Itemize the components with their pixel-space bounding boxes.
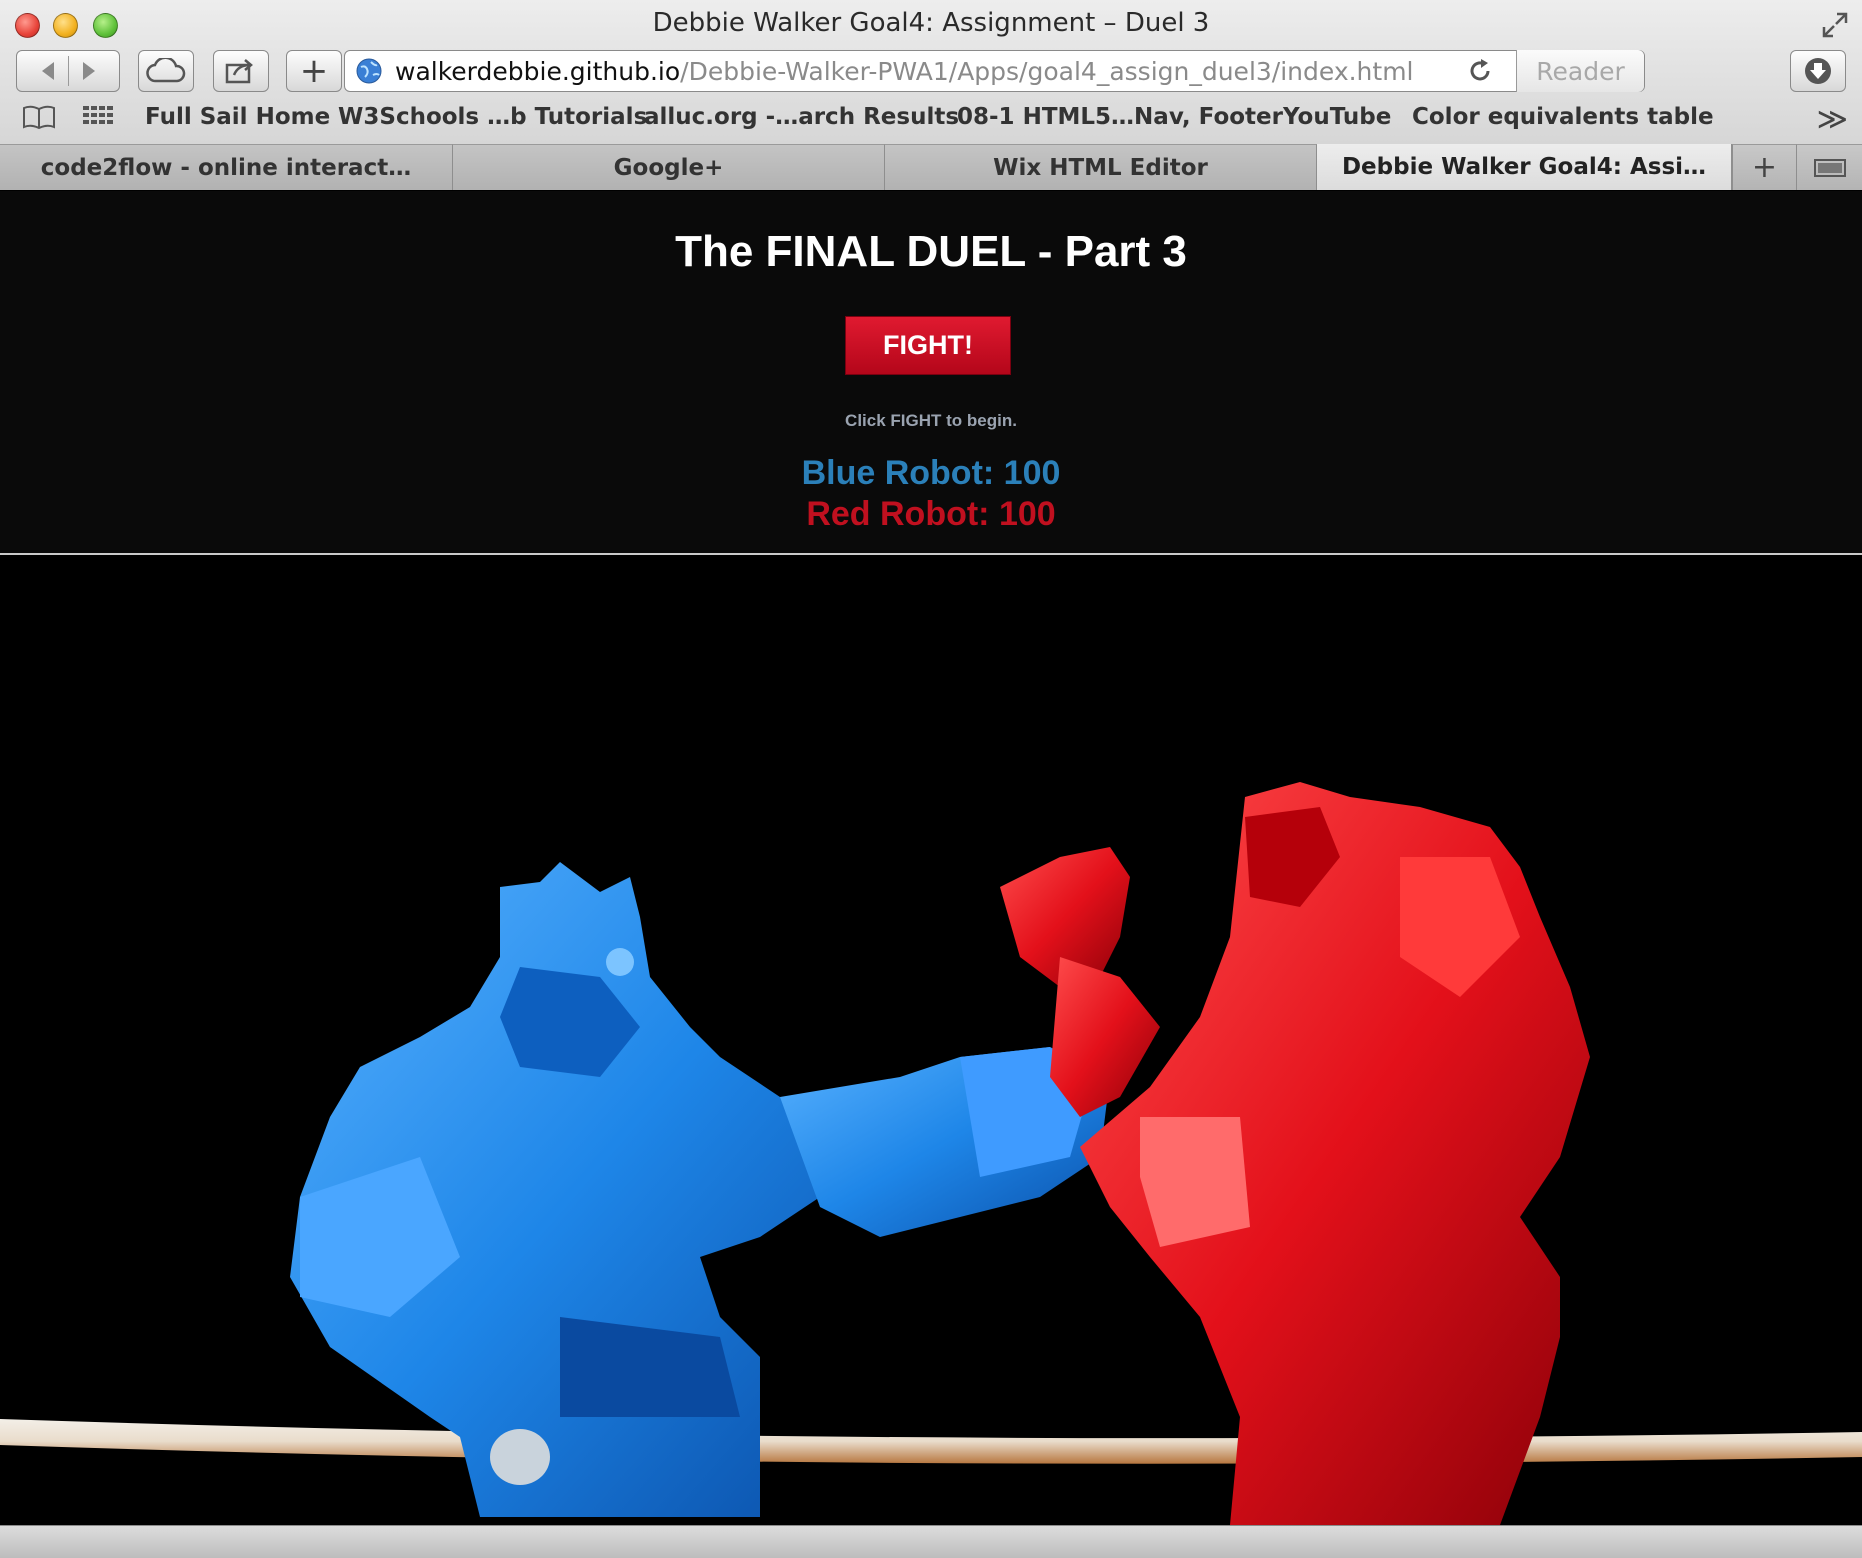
icloud-tabs-icon[interactable]	[138, 50, 194, 92]
bookmark-w3schools[interactable]: W3Schools …b Tutorials	[338, 104, 647, 130]
window-title: Debbie Walker Goal4: Assignment – Duel 3	[652, 8, 1210, 38]
browser-chrome: Debbie Walker Goal4: Assignment – Duel 3	[0, 0, 1862, 190]
toolbar: + walkerdebbie.github.io/Debbie-Walker-P…	[0, 50, 1862, 96]
tab-overview-icon[interactable]	[1796, 144, 1862, 190]
ring-rope	[0, 1419, 1862, 1464]
tab-wix-html-editor[interactable]: Wix HTML Editor	[885, 144, 1317, 190]
bookmark-html5-nav-footer[interactable]: 08-1 HTML5…Nav, Footer	[957, 104, 1283, 130]
tab-code2flow[interactable]: code2flow - online interact…	[0, 144, 453, 190]
fight-button[interactable]: FIGHT!	[845, 316, 1011, 375]
downloads-icon[interactable]	[1790, 50, 1846, 92]
back-icon[interactable]	[38, 60, 58, 82]
globe-icon	[355, 57, 383, 85]
new-tab-icon[interactable]: +	[1732, 144, 1796, 190]
bookmark-alluc[interactable]: alluc.org -…arch Results	[644, 104, 959, 130]
fullscreen-icon[interactable]	[1820, 10, 1850, 40]
top-sites-icon[interactable]	[82, 104, 114, 135]
tab-google-plus[interactable]: Google+	[453, 144, 885, 190]
bookmark-full-sail-home[interactable]: Full Sail Home	[145, 104, 330, 130]
title-bar: Debbie Walker Goal4: Assignment – Duel 3	[0, 0, 1862, 50]
forward-icon[interactable]	[79, 60, 99, 82]
bookmark-youtube[interactable]: YouTube	[1283, 104, 1391, 130]
robots-image	[0, 557, 1862, 1525]
tab-bar: code2flow - online interact… Google+ Wix…	[0, 144, 1862, 190]
reload-icon[interactable]	[1466, 57, 1494, 85]
share-icon[interactable]	[213, 50, 269, 92]
bookmark-color-equivalents[interactable]: Color equivalents table	[1412, 104, 1714, 130]
tab-debbie-walker-goal4[interactable]: Debbie Walker Goal4: Assi…	[1317, 144, 1732, 190]
url-text[interactable]: walkerdebbie.github.io/Debbie-Walker-PWA…	[395, 57, 1414, 86]
more-bookmarks-icon[interactable]: ≫	[1817, 102, 1848, 137]
url-host: walkerdebbie.github.io	[395, 56, 681, 86]
add-bookmark-icon[interactable]: +	[286, 50, 342, 92]
status-message: Click FIGHT to begin.	[845, 411, 1017, 430]
back-forward-buttons	[16, 50, 120, 92]
blue-robot-score: Blue Robot: 100	[801, 454, 1061, 492]
red-robot-score: Red Robot: 100	[806, 495, 1056, 533]
address-bar[interactable]: walkerdebbie.github.io/Debbie-Walker-PWA…	[344, 50, 1645, 92]
bookmarks-bar: Full Sail Home W3Schools …b Tutorials al…	[0, 100, 1862, 138]
status-bar	[0, 1525, 1862, 1558]
page-title: The FINAL DUEL - Part 3	[675, 227, 1187, 276]
page-header: The FINAL DUEL - Part 3 FIGHT! Click FIG…	[0, 191, 1862, 555]
blue-robot	[290, 862, 1110, 1517]
reader-button[interactable]: Reader	[1516, 50, 1644, 92]
reading-list-icon[interactable]	[22, 104, 56, 135]
red-robot	[1000, 782, 1590, 1525]
url-path: /Debbie-Walker-PWA1/Apps/goal4_assign_du…	[680, 56, 1414, 86]
